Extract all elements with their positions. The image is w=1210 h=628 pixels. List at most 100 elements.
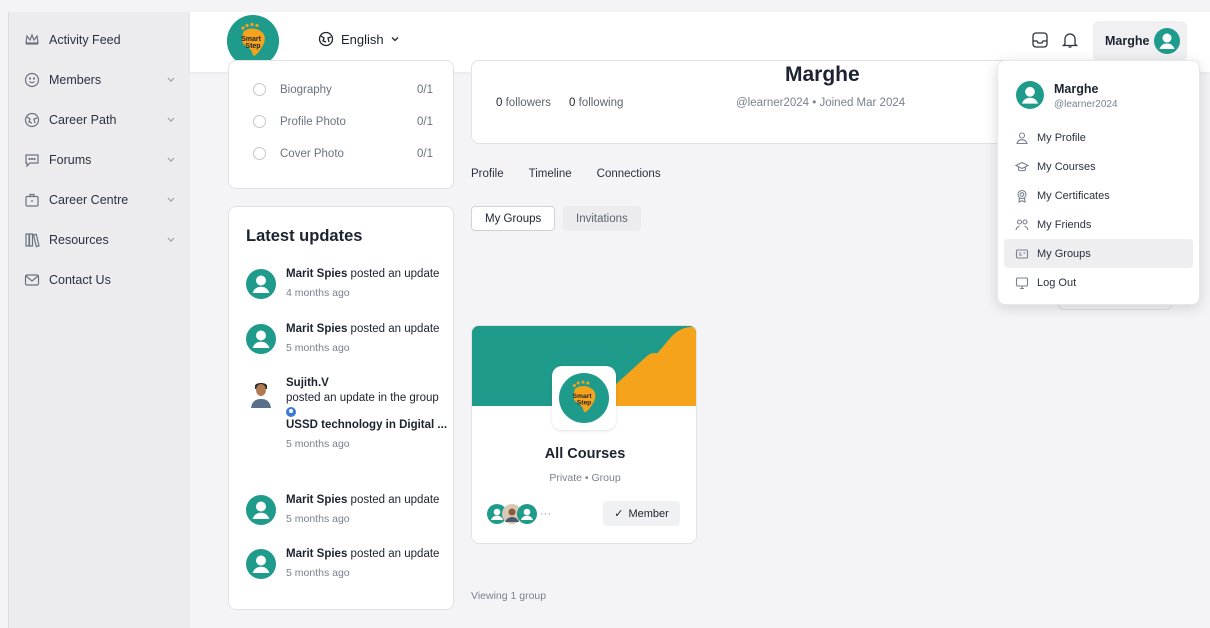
checklist-item[interactable]: Biography 0/1 bbox=[253, 83, 433, 96]
subtab-invitations[interactable]: Invitations bbox=[563, 206, 641, 231]
chevron-down-icon[interactable] bbox=[166, 74, 176, 84]
menu-item-my-friends[interactable]: My Friends bbox=[1004, 210, 1193, 239]
avatar-icon[interactable] bbox=[246, 324, 276, 354]
bell-icon[interactable] bbox=[1060, 30, 1080, 50]
update-time[interactable]: 5 months ago bbox=[286, 512, 451, 527]
chat-icon bbox=[25, 154, 39, 168]
group-avatar-icon[interactable] bbox=[286, 407, 296, 417]
update-author[interactable]: Marit Spies bbox=[286, 323, 347, 335]
avatar-icon[interactable] bbox=[246, 549, 276, 579]
sidebar: Activity Feed Members Career Path Forums… bbox=[8, 12, 190, 628]
friends-icon bbox=[1015, 218, 1029, 230]
checklist-item[interactable]: Profile Photo 0/1 bbox=[253, 115, 433, 128]
language-selector[interactable]: English bbox=[318, 31, 400, 47]
certificate-icon bbox=[1017, 189, 1027, 203]
sidebar-item-forums[interactable]: Forums bbox=[9, 146, 191, 174]
group-card[interactable]: Smart Step All Courses Private • Group ·… bbox=[471, 325, 697, 544]
dropdown-user-handle: @learner2024 bbox=[1054, 99, 1118, 110]
menu-item-my-certificates[interactable]: My Certificates bbox=[1004, 181, 1193, 210]
update-group-link[interactable]: USSD technology in Digital ... bbox=[286, 419, 447, 431]
update-author[interactable]: Marit Spies bbox=[286, 268, 347, 280]
user-name: Marghe bbox=[1105, 34, 1150, 48]
menu-item-label: My Groups bbox=[1037, 247, 1091, 260]
following-stat[interactable]: 0 following bbox=[569, 97, 623, 109]
menu-item-my-groups[interactable]: My Groups bbox=[1004, 239, 1193, 268]
mail-icon bbox=[24, 274, 40, 286]
user-menu-button[interactable]: Marghe bbox=[1093, 21, 1187, 61]
inbox-icon[interactable] bbox=[1030, 30, 1050, 50]
group-member-avatars[interactable]: ··· bbox=[487, 504, 551, 524]
smiley-icon bbox=[24, 72, 40, 88]
chevron-down-icon[interactable] bbox=[166, 234, 176, 244]
update-action: posted an update bbox=[347, 548, 440, 560]
latest-updates-card: Latest updates Marit Spies posted an upd… bbox=[228, 206, 454, 610]
update-author[interactable]: Marit Spies bbox=[286, 494, 347, 506]
groups-icon bbox=[1015, 248, 1029, 259]
sidebar-item-label: Resources bbox=[49, 233, 109, 247]
dropdown-user-name[interactable]: Marghe bbox=[1054, 82, 1098, 96]
menu-item-label: My Profile bbox=[1037, 131, 1086, 144]
books-icon bbox=[25, 233, 40, 248]
crown-icon bbox=[25, 33, 39, 45]
checklist-item[interactable]: Cover Photo 0/1 bbox=[253, 147, 433, 160]
chevron-down-icon[interactable] bbox=[166, 114, 176, 124]
checkbox-circle[interactable] bbox=[253, 147, 266, 160]
followers-stat[interactable]: 0 followers bbox=[496, 97, 551, 109]
user-icon bbox=[1016, 131, 1028, 144]
sidebar-item-resources[interactable]: Resources bbox=[9, 226, 191, 254]
tab-connections[interactable]: Connections bbox=[597, 168, 661, 180]
update-time[interactable]: 4 months ago bbox=[286, 286, 451, 301]
chevron-down-icon[interactable] bbox=[166, 194, 176, 204]
profile-completion-card: Biography 0/1 Profile Photo 0/1 Cover Ph… bbox=[228, 60, 454, 189]
tab-profile[interactable]: Profile bbox=[471, 168, 504, 180]
avatar-icon bbox=[517, 504, 537, 524]
menu-item-log-out[interactable]: Log Out bbox=[1004, 268, 1193, 297]
globe-icon bbox=[318, 31, 334, 47]
tab-timeline[interactable]: Timeline bbox=[529, 168, 572, 180]
sidebar-item-label: Career Path bbox=[49, 113, 117, 127]
update-action: posted an update in the group bbox=[286, 392, 439, 404]
update-action: posted an update bbox=[347, 323, 440, 335]
profile-name: Marghe bbox=[785, 63, 860, 86]
group-title[interactable]: All Courses bbox=[472, 446, 696, 462]
subtab-my-groups[interactable]: My Groups bbox=[471, 206, 556, 231]
followers-label: followers bbox=[505, 97, 551, 109]
sidebar-item-contact-us[interactable]: Contact Us bbox=[9, 266, 191, 294]
checkbox-circle[interactable] bbox=[253, 83, 266, 96]
language-label: English bbox=[341, 31, 384, 47]
sidebar-item-career-path[interactable]: Career Path bbox=[9, 106, 191, 134]
logo-text-step: Step bbox=[245, 43, 260, 50]
avatar-icon bbox=[1016, 81, 1044, 109]
user-photo[interactable] bbox=[246, 378, 276, 408]
menu-item-my-courses[interactable]: My Courses bbox=[1004, 152, 1193, 181]
update-time[interactable]: 5 months ago bbox=[286, 437, 451, 452]
profile-handle-joined: @learner2024 • Joined Mar 2024 bbox=[736, 97, 906, 109]
profile-header-card: Marghe 0 followers 0 following @learner2… bbox=[471, 60, 1011, 144]
chevron-down-icon bbox=[391, 37, 399, 42]
globe-icon bbox=[24, 112, 40, 128]
menu-item-label: My Courses bbox=[1037, 160, 1096, 173]
sidebar-item-activity-feed[interactable]: Activity Feed bbox=[9, 26, 191, 54]
sidebar-item-members[interactable]: Members bbox=[9, 66, 191, 94]
menu-item-my-profile[interactable]: My Profile bbox=[1004, 123, 1193, 152]
sidebar-item-label: Activity Feed bbox=[49, 33, 121, 47]
avatar-icon[interactable] bbox=[246, 269, 276, 299]
update-time[interactable]: 5 months ago bbox=[286, 566, 451, 581]
update-author[interactable]: Sujith.V bbox=[286, 377, 329, 389]
checklist-label: Cover Photo bbox=[280, 147, 344, 160]
checklist-label: Biography bbox=[280, 83, 332, 96]
sidebar-item-career-centre[interactable]: Career Centre bbox=[9, 186, 191, 214]
checkbox-circle[interactable] bbox=[253, 115, 266, 128]
avatar-icon[interactable] bbox=[246, 495, 276, 525]
update-time[interactable]: 5 months ago bbox=[286, 341, 451, 356]
briefcase-icon bbox=[25, 193, 39, 207]
viewing-count: Viewing 1 group bbox=[471, 590, 547, 602]
member-button[interactable]: ✓ Member bbox=[603, 501, 680, 526]
chevron-down-icon[interactable] bbox=[166, 154, 176, 164]
following-label: following bbox=[578, 97, 624, 109]
update-author[interactable]: Marit Spies bbox=[286, 548, 347, 560]
more-members: ··· bbox=[540, 508, 551, 520]
group-logo: Smart Step bbox=[552, 366, 616, 430]
avatar-icon bbox=[1154, 28, 1180, 54]
checklist-count: 0/1 bbox=[417, 115, 433, 128]
